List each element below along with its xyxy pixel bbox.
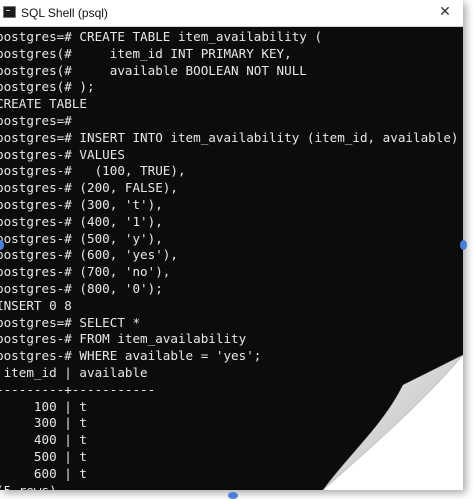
terminal-line: CREATE TABLE (0, 96, 87, 112)
terminal-line: postgres=# CREATE TABLE item_availabilit… (0, 29, 323, 44)
terminal-line: postgres-# (800, '0'); (0, 280, 163, 296)
psql-window: SQL Shell (psql) ✕ postgres=# CREATE TAB… (0, 0, 463, 490)
terminal-line: postgres-# (400, '1'), (0, 213, 163, 229)
terminal-line: postgres=# INSERT INTO item_availability… (0, 129, 459, 145)
terminal-line: postgres(# item_id INT PRIMARY KEY, (0, 45, 292, 61)
terminal-line: postgres-# (500, 'y'), (0, 230, 163, 246)
terminal-line: postgres-# VALUES (0, 146, 125, 162)
terminal-line: postgres-# (300, 't'), (0, 196, 163, 212)
window-title: SQL Shell (psql) (21, 6, 108, 20)
terminal-line: postgres-# (700, 'no'), (0, 264, 171, 280)
title-bar[interactable]: SQL Shell (psql) ✕ (0, 0, 463, 27)
terminal-line: postgres(# ); (0, 79, 95, 95)
terminal-line: postgres=# (0, 112, 72, 128)
terminal-line: postgres-# (200, FALSE), (0, 180, 178, 196)
resize-handle-bottom[interactable] (228, 492, 238, 499)
terminal-line: postgres-# (600, 'yes'), (0, 247, 178, 263)
terminal-line: postgres(# available BOOLEAN NOT NULL (0, 62, 307, 78)
close-icon[interactable]: ✕ (435, 2, 455, 22)
page-curl-decoration (322, 354, 463, 490)
resize-handle-right[interactable] (460, 240, 467, 250)
terminal-icon (3, 6, 16, 18)
terminal-line: postgres-# (100, TRUE), (0, 163, 186, 179)
